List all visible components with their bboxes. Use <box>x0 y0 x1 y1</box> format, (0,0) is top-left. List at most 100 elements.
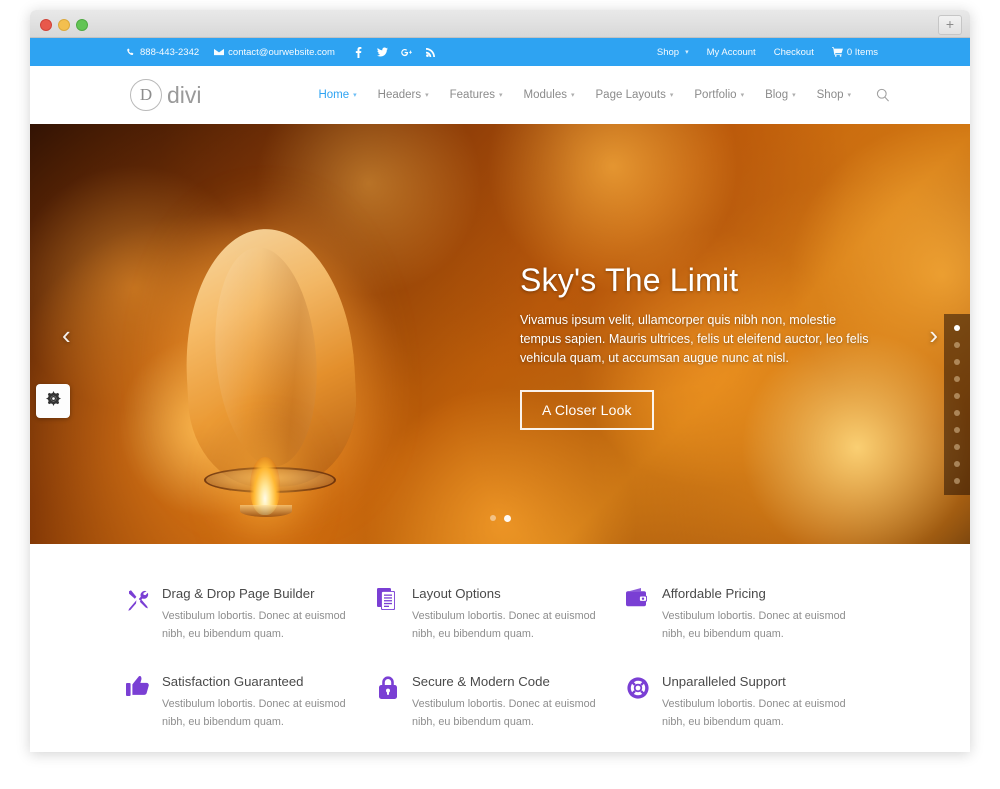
nav-item-page-layouts-label: Page Layouts <box>595 89 666 101</box>
feature-body: Satisfaction Guaranteed Vestibulum lobor… <box>162 674 351 732</box>
rss-icon[interactable] <box>425 47 436 58</box>
cart-icon <box>831 47 843 58</box>
nav-item-modules-label: Modules <box>523 89 567 101</box>
nav-item-modules[interactable]: Modules ▾ <box>524 89 575 101</box>
hero-cta-button[interactable]: A Closer Look <box>520 390 654 431</box>
side-dot[interactable] <box>954 393 960 399</box>
chevron-down-icon: ▾ <box>669 92 674 99</box>
topbar-link-shop[interactable]: Shop ▾ <box>657 47 689 58</box>
settings-widget-button[interactable] <box>36 384 70 418</box>
hero-description: Vivamus ipsum velit, ullamcorper quis ni… <box>520 313 869 366</box>
cart-link[interactable]: 0 Items <box>831 46 878 58</box>
lifebuoy-icon <box>625 676 651 702</box>
feature-title: Satisfaction Guaranteed <box>162 673 304 689</box>
top-utility-bar: 888-443-2342 contact@ourwebsite.com Shop… <box>30 38 970 66</box>
nav-item-shop-label: Shop <box>816 89 844 101</box>
side-dot[interactable] <box>954 376 960 382</box>
slider-prev-arrow[interactable]: ‹ <box>62 322 71 348</box>
thumbs-up-icon <box>125 676 151 702</box>
feature-text: Vestibulum lobortis. Donec at euismod ni… <box>661 609 846 641</box>
site-logo[interactable]: D divi <box>130 79 202 111</box>
feature-text: Vestibulum lobortis. Donec at euismod ni… <box>162 697 346 729</box>
slider-dot-active[interactable] <box>503 515 511 522</box>
wallet-icon <box>625 588 651 614</box>
side-dot[interactable] <box>954 478 960 484</box>
search-icon[interactable] <box>876 88 890 102</box>
feature-body: Secure & Modern Code Vestibulum lobortis… <box>412 674 601 732</box>
side-dot[interactable] <box>954 444 960 450</box>
topbar-link-my-account[interactable]: My Account <box>707 47 756 58</box>
zoom-window-button[interactable] <box>76 19 88 31</box>
topbar-link-my-account-label: My Account <box>706 46 756 58</box>
feature-body: Layout Options Vestibulum lobortis. Done… <box>412 586 601 644</box>
nav-item-blog[interactable]: Blog ▾ <box>765 89 796 101</box>
logo-mark-icon: D <box>130 79 162 111</box>
close-window-button[interactable] <box>40 19 52 31</box>
side-dot[interactable] <box>954 410 960 416</box>
side-scroll-dots <box>944 314 970 495</box>
nav-item-blog-label: Blog <box>765 89 789 101</box>
nav-item-portfolio-label: Portfolio <box>694 89 737 101</box>
cart-item-count: 0 Items <box>846 46 878 58</box>
feature-text: Vestibulum lobortis. Donec at euismod ni… <box>411 609 596 641</box>
nav-item-shop[interactable]: Shop ▾ <box>817 89 851 101</box>
features-row-1: Drag & Drop Page Builder Vestibulum lobo… <box>30 586 970 644</box>
nav-item-home-label: Home <box>318 89 350 101</box>
feature-satisfaction-guaranteed: Satisfaction Guaranteed Vestibulum lobor… <box>125 674 375 732</box>
topbar-contact-group: 888-443-2342 contact@ourwebsite.com <box>125 46 436 58</box>
feature-body: Drag & Drop Page Builder Vestibulum lobo… <box>162 586 351 644</box>
google-plus-icon[interactable] <box>401 47 412 58</box>
side-dot-active[interactable] <box>954 325 960 331</box>
feature-unparalleled-support: Unparalleled Support Vestibulum lobortis… <box>625 674 875 732</box>
nav-item-features[interactable]: Features ▾ <box>450 89 503 101</box>
feature-text: Vestibulum lobortis. Donec at euismod ni… <box>661 697 846 729</box>
hero-title: Sky's The Limit <box>520 262 739 298</box>
hero-content: Sky's The Limit Vivamus ipsum velit, ull… <box>520 262 880 431</box>
facebook-icon[interactable] <box>353 46 364 58</box>
nav-item-headers[interactable]: Headers ▾ <box>378 89 429 101</box>
tools-icon <box>125 588 151 614</box>
slider-dot[interactable] <box>489 515 496 521</box>
feature-title: Layout Options <box>411 586 501 601</box>
chevron-down-icon: ▾ <box>353 92 357 99</box>
gear-icon <box>45 391 61 411</box>
email-link[interactable]: contact@ourwebsite.com <box>213 47 335 58</box>
browser-titlebar: + <box>30 10 970 38</box>
new-tab-button[interactable]: + <box>938 15 962 35</box>
lock-icon <box>375 676 401 702</box>
topbar-link-shop-label: Shop <box>656 46 680 58</box>
feature-text: Vestibulum lobortis. Donec at euismod ni… <box>411 697 596 729</box>
chevron-down-icon: ▾ <box>685 49 689 56</box>
nav-item-headers-label: Headers <box>377 89 422 101</box>
nav-item-page-layouts[interactable]: Page Layouts ▾ <box>596 89 674 101</box>
minimize-window-button[interactable] <box>58 19 70 31</box>
nav-item-features-label: Features <box>449 89 496 101</box>
traffic-lights <box>40 19 88 31</box>
logo-text: divi <box>167 81 202 108</box>
side-dot[interactable] <box>954 427 960 433</box>
side-dot[interactable] <box>954 342 960 348</box>
social-links <box>353 46 436 58</box>
phone-link[interactable]: 888-443-2342 <box>125 47 199 58</box>
slider-pagination-dots <box>30 515 970 522</box>
feature-text: Vestibulum lobortis. Donec at euismod ni… <box>162 609 346 641</box>
side-dot[interactable] <box>954 461 960 467</box>
feature-body: Affordable Pricing Vestibulum lobortis. … <box>662 586 851 644</box>
browser-window: + 888-443-2342 contact@ourwebsite.com Sh… <box>30 10 970 752</box>
chevron-down-icon: ▾ <box>571 92 575 99</box>
features-section: Drag & Drop Page Builder Vestibulum lobo… <box>30 544 970 752</box>
feature-title: Affordable Pricing <box>661 586 766 601</box>
twitter-icon[interactable] <box>376 47 388 58</box>
nav-item-home[interactable]: Home ▾ <box>318 89 356 101</box>
hero-slider: Sky's The Limit Vivamus ipsum velit, ull… <box>30 124 970 544</box>
side-dot[interactable] <box>954 359 960 365</box>
email-address: contact@ourwebsite.com <box>228 46 335 58</box>
nav-item-portfolio[interactable]: Portfolio ▾ <box>694 89 744 101</box>
topbar-link-checkout[interactable]: Checkout <box>774 47 814 58</box>
envelope-icon <box>213 47 224 58</box>
chevron-down-icon: ▾ <box>847 92 851 99</box>
feature-secure-modern-code: Secure & Modern Code Vestibulum lobortis… <box>375 674 625 732</box>
slider-next-arrow[interactable]: › <box>929 322 938 348</box>
feature-drag-drop-page-builder: Drag & Drop Page Builder Vestibulum lobo… <box>125 586 375 644</box>
feature-affordable-pricing: Affordable Pricing Vestibulum lobortis. … <box>625 586 875 644</box>
